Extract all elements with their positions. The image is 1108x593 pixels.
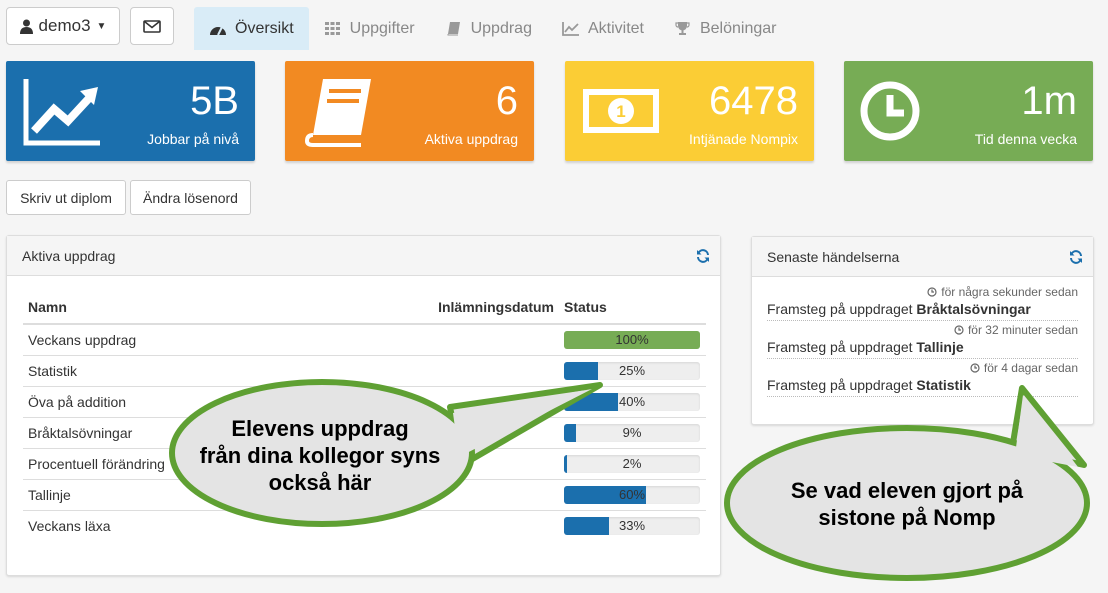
progress-label: 100% [615, 331, 649, 347]
refresh-icon[interactable] [696, 248, 710, 263]
callout-text-left: Elevens uppdrag från dina kollegor syns … [170, 415, 470, 496]
clock-icon [927, 287, 937, 297]
col-status: Status [559, 294, 706, 325]
task-date [433, 324, 559, 355]
callout-line: Se vad eleven gjort på [790, 478, 1024, 503]
event-time: för 4 dagar sedan [767, 361, 1078, 375]
tab-label: Uppdrag [470, 19, 532, 37]
stat-value: 6 [495, 79, 518, 123]
stat-value: 1m [1021, 79, 1077, 123]
col-name: Namn [23, 294, 433, 325]
event-item[interactable]: för några sekunder sedan Framsteg på upp… [767, 285, 1078, 321]
event-time: för 32 minuter sedan [767, 323, 1078, 337]
tab-beloningar[interactable]: Belöningar [659, 7, 792, 50]
tab-label: Uppgifter [349, 19, 415, 37]
stat-nompix: 1 6478 Intjänade Nompix [565, 61, 814, 161]
caret-down-icon: ▼ [96, 20, 107, 32]
tab-uppdrag[interactable]: Uppdrag [430, 7, 547, 50]
panel-title: Aktiva uppdrag [22, 247, 116, 264]
tab-oversikt[interactable]: Översikt [194, 7, 309, 50]
event-time: för några sekunder sedan [767, 285, 1078, 299]
clock-icon [954, 325, 964, 335]
stat-label: Tid denna vecka [974, 131, 1077, 147]
stat-value: 5B [190, 79, 239, 123]
task-name[interactable]: Veckans uppdrag [23, 324, 433, 355]
trend-chart-icon [23, 79, 100, 146]
callout-text-right: Se vad eleven gjort på sistone på Nomp [742, 477, 1072, 531]
table-row[interactable]: Veckans uppdrag 100% [23, 324, 706, 355]
event-prefix: Framsteg på uppdraget [767, 339, 913, 355]
dashboard-icon [209, 20, 227, 38]
user-menu-button[interactable]: demo3 ▼ [6, 7, 120, 45]
tab-label: Översikt [235, 19, 294, 37]
change-password-button[interactable]: Ändra lösenord [130, 180, 251, 215]
stat-label: Jobbar på nivå [147, 131, 239, 147]
event-time-text: för 4 dagar sedan [983, 361, 1078, 375]
print-diploma-button[interactable]: Skriv ut diplom [6, 180, 126, 215]
event-target: Bråktalsövningar [916, 301, 1031, 317]
stat-label: Intjänade Nompix [689, 131, 798, 147]
callout-line: också här [268, 470, 372, 495]
money-icon: 1 [583, 89, 659, 133]
event-text: Framsteg på uppdraget Tallinje [767, 339, 1078, 355]
event-time-text: för 32 minuter sedan [967, 323, 1078, 337]
refresh-icon[interactable] [1069, 249, 1083, 264]
tab-label: Aktivitet [587, 19, 644, 37]
progress-bar: 100% [564, 330, 700, 349]
main-nav: Översikt Uppgifter Uppdrag Aktivitet Bel… [194, 7, 791, 50]
book-icon [304, 79, 371, 147]
task-status: 100% [559, 324, 706, 355]
messages-button[interactable] [130, 7, 174, 45]
event-prefix: Framsteg på uppdraget [767, 301, 913, 317]
panel-header: Aktiva uppdrag [7, 236, 720, 276]
line-chart-icon [562, 20, 580, 38]
col-date: Inlämningsdatum [433, 294, 559, 325]
event-target: Tallinje [916, 339, 964, 355]
tab-label: Belöningar [699, 19, 777, 37]
stat-value: 6478 [709, 79, 798, 123]
user-icon [19, 19, 33, 34]
grid-icon [324, 20, 342, 38]
stat-active-assignments: 6 Aktiva uppdrag [285, 61, 534, 161]
panel-header: Senaste händelserna [752, 237, 1093, 277]
callout-line: sistone på Nomp [818, 505, 996, 530]
event-item[interactable]: för 32 minuter sedan Framsteg på uppdrag… [767, 323, 1078, 359]
clock-icon [970, 363, 980, 373]
user-name: demo3 [38, 16, 91, 35]
callout-line: från dina kollegor syns [199, 443, 441, 468]
stat-label: Aktiva uppdrag [424, 131, 518, 147]
event-text: Framsteg på uppdraget Bråktalsövningar [767, 301, 1078, 317]
stat-level: 5B Jobbar på nivå [6, 61, 255, 161]
callout-line: Elevens uppdrag [231, 416, 409, 441]
tab-uppgifter[interactable]: Uppgifter [309, 7, 430, 50]
events-list: för några sekunder sedan Framsteg på upp… [767, 285, 1078, 399]
stat-time: 1m Tid denna vecka [844, 61, 1093, 161]
trophy-icon [674, 20, 692, 38]
clock-icon [860, 81, 920, 141]
table-header-row: Namn Inlämningsdatum Status [23, 294, 706, 325]
book-icon [445, 20, 463, 38]
svg-text:1: 1 [616, 102, 625, 121]
tab-aktivitet[interactable]: Aktivitet [547, 7, 659, 50]
event-time-text: för några sekunder sedan [941, 285, 1078, 299]
envelope-icon [143, 19, 161, 33]
panel-title: Senaste händelserna [767, 248, 900, 265]
